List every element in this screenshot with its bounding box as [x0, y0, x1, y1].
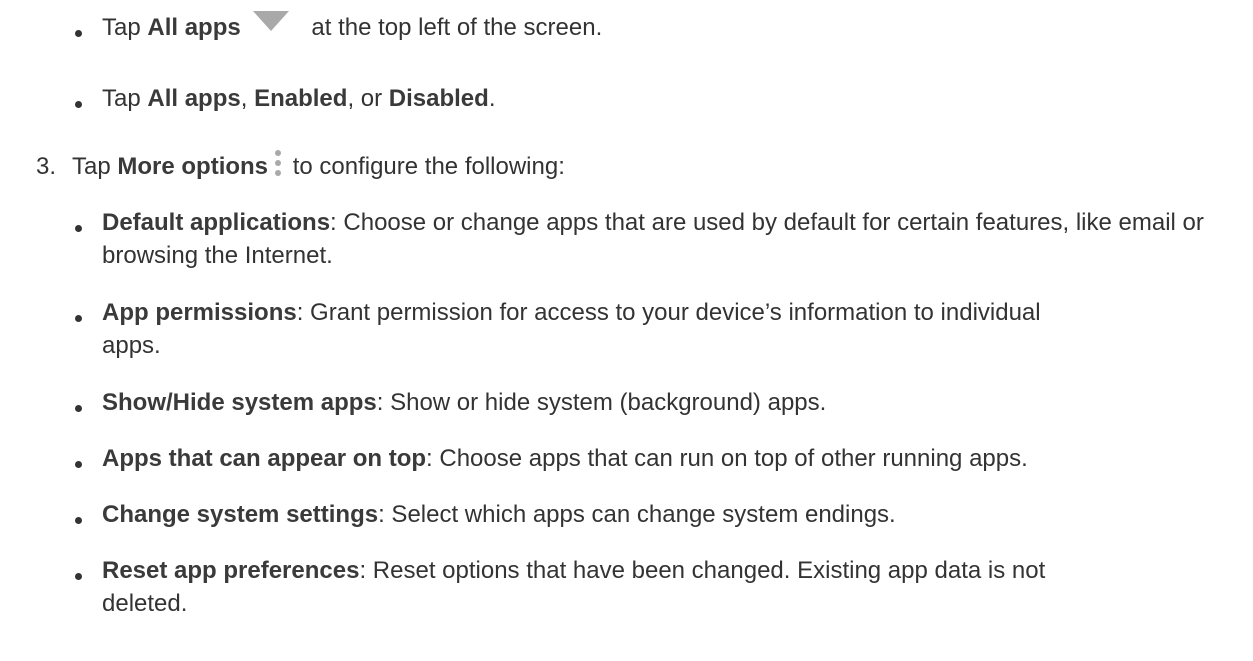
more-options-icon — [274, 150, 282, 176]
bullet-filter-options: Tap All apps, Enabled, or Disabled. — [102, 82, 495, 115]
bullet-dot — [75, 461, 82, 468]
bullet-dot — [75, 315, 82, 322]
document-page: { "step2_bullets": [ { "parts_before": "… — [0, 0, 1253, 661]
bullet-dot — [75, 573, 82, 580]
step-text-post: to configure the following: — [286, 153, 565, 180]
enabled-option: Enabled — [254, 85, 348, 112]
bullet-all-apps-tap: Tap All apps at the top left of the scre… — [102, 11, 602, 44]
bullet-text-pre: Tap — [102, 85, 148, 112]
list-item-default-applications: Default applications: Choose or change a… — [102, 206, 1242, 272]
bullet-dot — [75, 225, 82, 232]
list-item-apps-appear-on-top: Apps that can appear on top: Choose apps… — [102, 442, 1242, 475]
item-term: App permissions — [102, 299, 297, 326]
bullet-text-post: at the top left of the screen. — [304, 14, 603, 41]
item-term: Default applications — [102, 209, 331, 236]
item-desc: : Show or hide system (background) apps. — [376, 389, 827, 416]
item-desc: : Select which apps can change system en… — [378, 501, 896, 528]
list-item-change-system-settings: Change system settings: Select which app… — [102, 498, 1242, 531]
separator: , — [240, 85, 255, 112]
bullet-dot — [75, 517, 82, 524]
bullet-dot — [75, 101, 82, 108]
list-item-show-hide-system-apps: Show/Hide system apps: Show or hide syst… — [102, 386, 1242, 419]
dropdown-triangle-icon — [252, 11, 289, 31]
item-term: Apps that can appear on top — [102, 445, 427, 472]
separator: , or — [347, 85, 389, 112]
item-desc: : Choose apps that can run on top of oth… — [426, 445, 1028, 472]
step-number: 3. — [36, 153, 57, 180]
all-apps-option: All apps — [147, 85, 241, 112]
list-item-app-permissions: App permissions: Grant permission for ac… — [102, 296, 1062, 362]
period: . — [488, 85, 496, 112]
more-options-label: More options — [117, 153, 269, 180]
item-term: Reset app preferences — [102, 557, 360, 584]
bullet-dot — [75, 30, 82, 37]
bullet-text-pre: Tap — [102, 14, 148, 41]
item-term: Change system settings — [102, 501, 379, 528]
all-apps-label: All apps — [147, 14, 241, 41]
step-3-text: Tap More options to configure the follow… — [72, 150, 565, 183]
step-text-pre: Tap — [72, 153, 118, 180]
disabled-option: Disabled — [388, 85, 489, 112]
bullet-dot — [75, 405, 82, 412]
list-item-reset-app-preferences: Reset app preferences: Reset options tha… — [102, 554, 1062, 620]
item-term: Show/Hide system apps — [102, 389, 377, 416]
